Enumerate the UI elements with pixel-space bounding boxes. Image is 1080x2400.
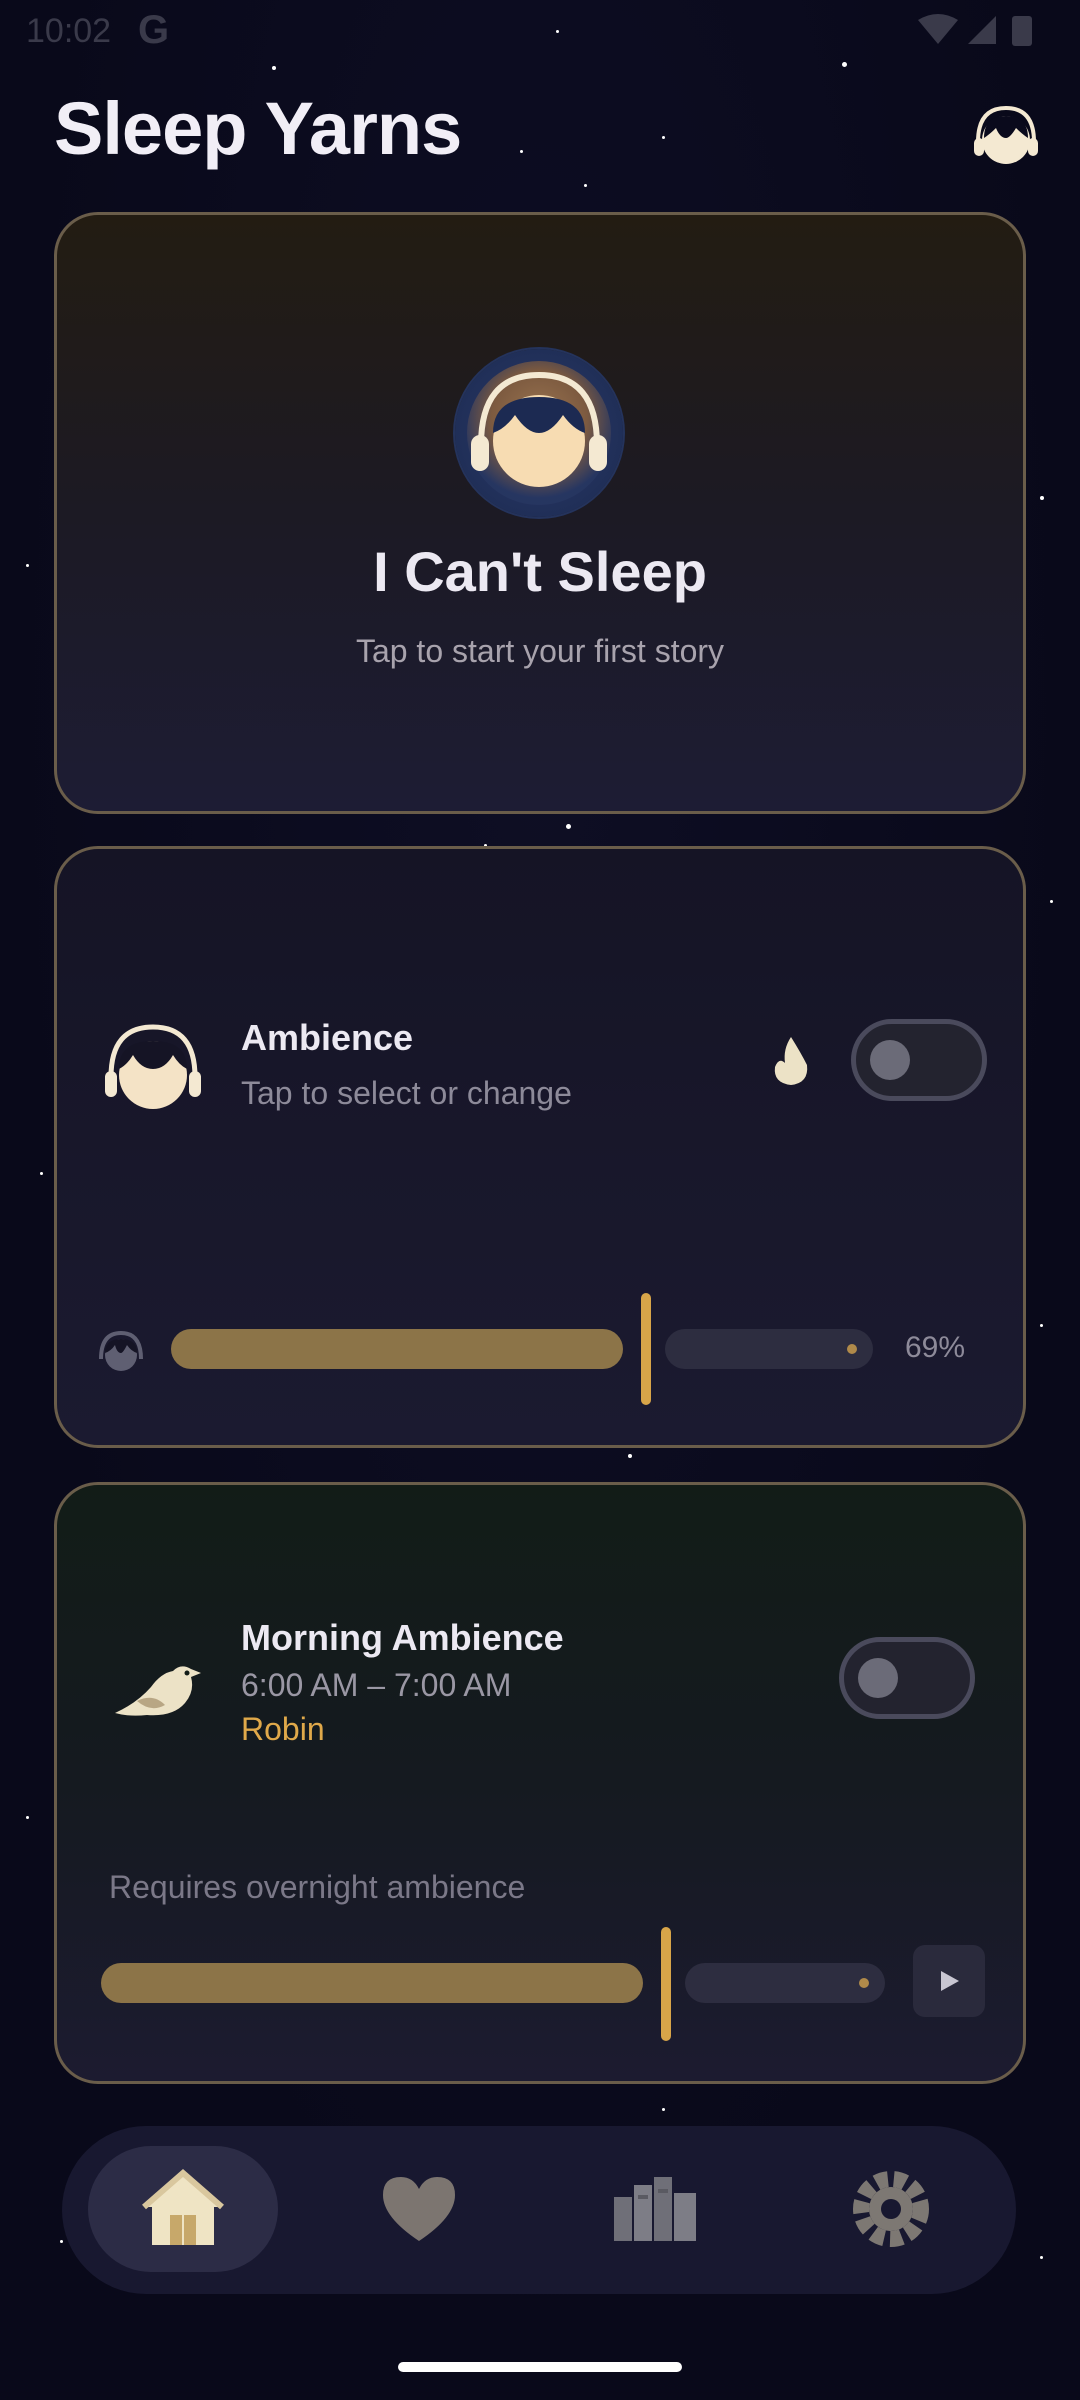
ambience-volume-track-inactive[interactable] [665, 1329, 873, 1369]
star [26, 1816, 29, 1819]
heart-icon [383, 2177, 455, 2241]
requirement-note: Requires overnight ambience [109, 1869, 526, 1905]
i-cant-sleep-card[interactable]: I Can't Sleep Tap to start your first st… [54, 212, 1026, 814]
morning-sound-name[interactable]: Robin [241, 1711, 325, 1748]
nav-home[interactable] [88, 2146, 278, 2272]
morning-ambience-toggle[interactable] [839, 1637, 975, 1719]
star [1050, 900, 1053, 903]
status-time: 10:02 [26, 12, 112, 50]
morning-ambience-title: Morning Ambience [241, 1617, 564, 1658]
preview-play-button[interactable] [913, 1945, 985, 2017]
flame-icon[interactable] [771, 1035, 811, 1087]
slider-end-dot [859, 1978, 869, 1988]
screen: 10:02 G Sleep Yarns I Can't Sleep Tap to… [0, 0, 1080, 2400]
morning-volume-track-active[interactable] [101, 1963, 643, 2003]
star [272, 66, 276, 70]
star [662, 136, 665, 139]
morning-volume-thumb[interactable] [661, 1927, 671, 2041]
gesture-home-bar[interactable] [398, 2362, 682, 2372]
hero-subtitle: Tap to start your first story [355, 633, 725, 669]
ambience-volume-percent: 69% [905, 1331, 966, 1364]
bottom-nav [62, 2126, 1016, 2294]
star [60, 2240, 63, 2243]
home-icon [142, 2169, 224, 2245]
toggle-knob [870, 1040, 910, 1080]
star [662, 2108, 665, 2111]
sleeper-headphones-icon [467, 361, 611, 505]
nav-settings[interactable] [796, 2146, 986, 2272]
ambience-subtitle: Tap to select or change [241, 1075, 572, 1111]
sleeper-headphones-icon [105, 1024, 201, 1109]
nav-library[interactable] [560, 2146, 750, 2272]
sleeper-headphones-icon[interactable] [970, 104, 1042, 170]
star [1040, 1324, 1043, 1327]
star [1040, 496, 1044, 500]
cell-signal-icon [968, 16, 996, 44]
bird-icon [115, 1666, 201, 1716]
app-title: Sleep Yarns [54, 87, 462, 170]
status-icons [918, 14, 1032, 46]
ambience-volume-thumb[interactable] [641, 1293, 651, 1405]
star [520, 150, 523, 153]
star [40, 1172, 43, 1175]
morning-volume-track-inactive[interactable] [685, 1963, 885, 2003]
star [566, 824, 571, 829]
ambience-volume-track-active[interactable] [171, 1329, 623, 1369]
ambience-card[interactable]: Ambience Tap to select or change 69% [54, 846, 1026, 1448]
star [1040, 2256, 1043, 2259]
star [584, 184, 587, 187]
star [842, 62, 847, 67]
play-icon [941, 1971, 959, 1991]
hero-title: I Can't Sleep [373, 540, 707, 603]
star [26, 564, 29, 567]
wifi-icon [918, 14, 958, 44]
morning-time-range: 6:00 AM – 7:00 AM [241, 1667, 512, 1703]
ambience-toggle[interactable] [851, 1019, 987, 1101]
morning-ambience-card[interactable]: Morning Ambience 6:00 AM – 7:00 AM Robin… [54, 1482, 1026, 2084]
gear-icon [853, 2171, 929, 2247]
battery-icon [1012, 16, 1032, 46]
star [628, 1454, 632, 1458]
google-logo: G [138, 8, 170, 52]
slider-end-dot [847, 1344, 857, 1354]
toggle-knob [858, 1658, 898, 1698]
library-icon [614, 2177, 696, 2241]
nav-favorites[interactable] [324, 2146, 514, 2272]
ambience-title: Ambience [241, 1017, 414, 1058]
hero-sleeper-icon [455, 349, 623, 517]
volume-sleeper-icon [99, 1330, 143, 1371]
status-bar: 10:02 G [0, 0, 1080, 62]
